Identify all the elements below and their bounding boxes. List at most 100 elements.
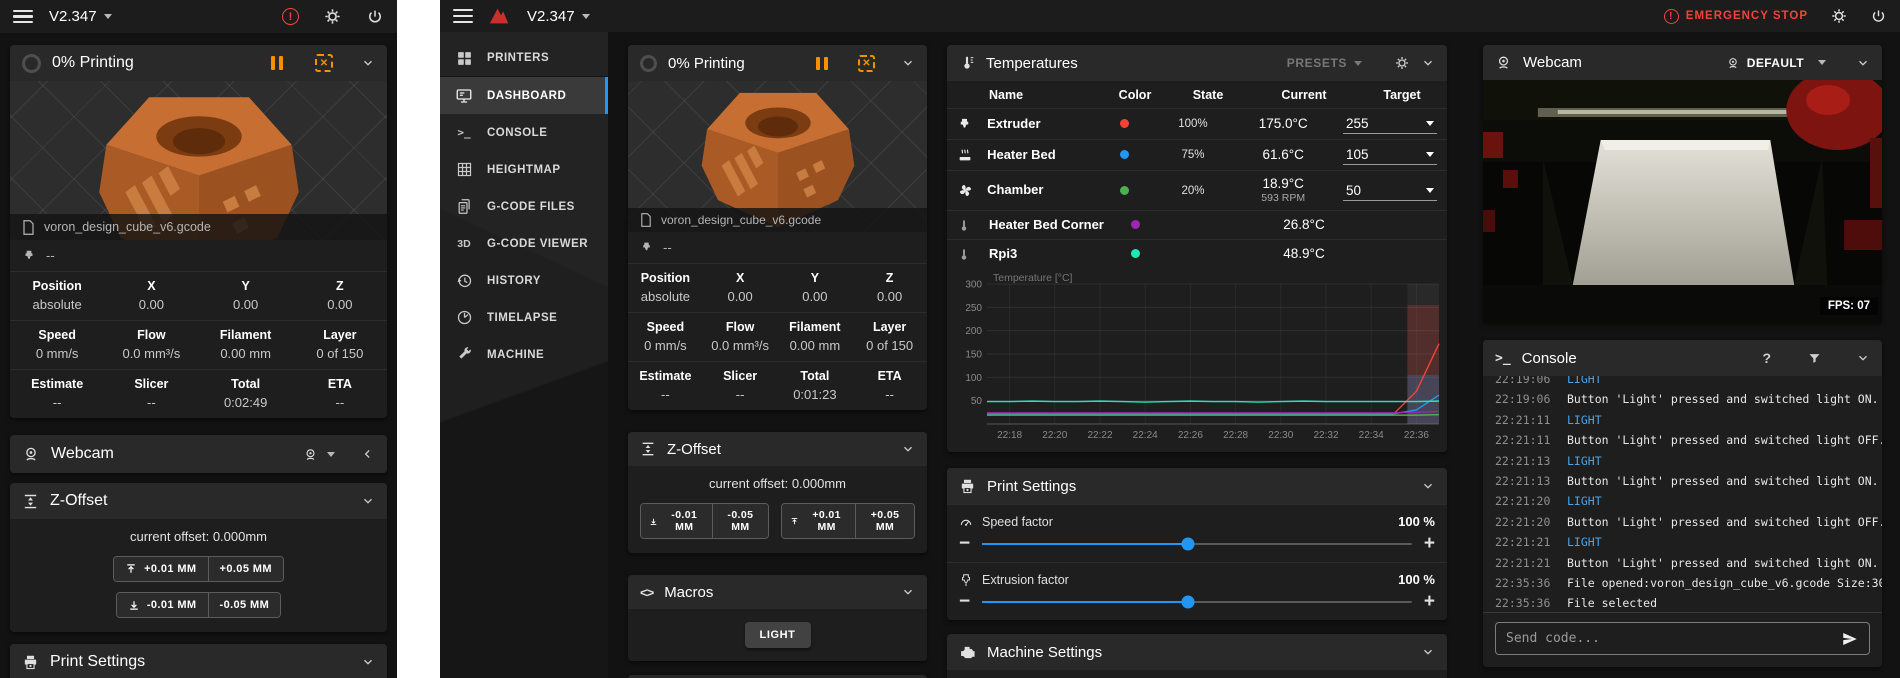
svg-text:Temperature [°C]: Temperature [°C] (993, 272, 1073, 284)
send-icon[interactable] (1841, 630, 1859, 648)
help-icon[interactable]: ? (1762, 350, 1771, 366)
chevron-down-icon[interactable] (1856, 351, 1870, 365)
svg-text:22:32: 22:32 (1313, 430, 1338, 441)
fan-icon (959, 185, 972, 197)
sidebar-item-heightmap[interactable]: HEIGHTMAP (440, 151, 608, 188)
speed-factor-increase-button[interactable]: + (1424, 534, 1435, 553)
svg-text:22:34: 22:34 (1359, 430, 1384, 441)
extrusion-factor-slider[interactable] (982, 595, 1412, 609)
webcam-icon (1729, 57, 1737, 68)
nozzle-icon (643, 242, 650, 251)
extrusion-factor-label: Extrusion factor (982, 572, 1069, 587)
speed-factor-decrease-button[interactable]: − (959, 534, 970, 553)
temperature-settings-gear-icon[interactable] (1394, 55, 1410, 71)
presets-dropdown[interactable]: PRESETS (1287, 56, 1362, 70)
sidebar-item-machine[interactable]: MACHINE (440, 336, 608, 373)
temperature-table-header: Name Color State Current Target (989, 87, 1421, 103)
sidebar-item-timelapse[interactable]: TIMELAPSE (440, 299, 608, 336)
pause-button[interactable] (816, 56, 828, 70)
chevron-down-icon[interactable] (103, 14, 112, 19)
z-down-small-button[interactable]: -0.01 MM (116, 593, 208, 617)
svg-text:22:28: 22:28 (1223, 430, 1248, 441)
webcam-selector[interactable] (303, 447, 335, 462)
desktop-viewport: V2.347 ! EMERGENCY STOP PRINTERS DASHBOA… (440, 0, 1900, 678)
dual-viewport-screenshot: { "app": {"accent_blue": "#2196f3", "acc… (0, 0, 1900, 678)
chevron-down-icon[interactable] (901, 56, 915, 70)
thermometer-icon (964, 56, 974, 69)
webcam-photo (1483, 80, 1882, 323)
sidebar-item-dashboard[interactable]: DASHBOARD (440, 77, 608, 114)
svg-text:250: 250 (965, 303, 982, 314)
print-settings-title: Print Settings (987, 477, 1077, 495)
chevron-down-icon[interactable] (1421, 645, 1435, 659)
extrusion-factor-decrease-button[interactable]: − (959, 592, 970, 611)
z-up-small-button[interactable]: +0.01 MM (782, 504, 856, 538)
print-status-panel: 0% Printing ✕ voron_design_cube_v6.gcode… (628, 45, 927, 410)
current-offset-label: current offset: 0.000mm (129, 529, 268, 544)
print-status-title: 0% Printing (668, 54, 745, 72)
sidebar-item-console[interactable]: >_ CONSOLE (440, 114, 608, 151)
filter-funnel-icon[interactable] (1807, 351, 1822, 366)
emergency-stop-button[interactable]: ! EMERGENCY STOP (1663, 8, 1808, 24)
sidebar-item-printers[interactable]: PRINTERS (440, 40, 608, 77)
chevron-down-icon[interactable] (1421, 479, 1435, 493)
console-log-scroll[interactable]: 22:19:06 LIGHT 22:19:06 Button 'Light' pres… (1483, 376, 1882, 612)
print-settings-title: Print Settings (50, 653, 146, 670)
webcam-stream-image: FPS: 07 (1483, 80, 1882, 323)
macros-icon: <> (640, 584, 654, 600)
print-status-header: 0% Printing ✕ (628, 45, 927, 81)
printer-name[interactable]: V2.347 (49, 8, 97, 25)
svg-text:150: 150 (965, 350, 982, 361)
settings-gear-icon[interactable] (323, 7, 342, 26)
power-icon[interactable] (366, 8, 384, 26)
z-down-small-button[interactable]: -0.01 MM (641, 504, 712, 538)
chevron-down-icon[interactable] (1856, 56, 1870, 70)
arrow-down-to-line-icon (650, 518, 657, 525)
svg-text:200: 200 (965, 326, 982, 337)
z-offset-icon (642, 442, 654, 456)
console-input-row (1483, 612, 1882, 667)
console-log: 22:19:06 LIGHT 22:19:06 Button 'Light' pres… (1495, 376, 1882, 612)
chevron-down-icon[interactable] (901, 585, 915, 599)
sidebar-item-gcode-viewer[interactable]: 3D G-CODE VIEWER (440, 225, 608, 262)
heater-bed-target-select[interactable]: 105 (1343, 145, 1438, 166)
chevron-down-icon[interactable] (361, 56, 375, 70)
z-up-large-button[interactable]: +0.05 MM (855, 504, 914, 538)
macro-light-button[interactable]: LIGHT (744, 622, 811, 648)
z-down-large-button[interactable]: -0.05 MM (207, 593, 281, 617)
menu-icon[interactable] (453, 9, 473, 23)
settings-gear-icon[interactable] (1830, 7, 1848, 25)
menu-icon[interactable] (13, 9, 33, 24)
z-offset-header: Z-Offset (628, 432, 927, 466)
status-table-row: Position absolute X 0.00 Y 0.00 Z 0.00 (628, 263, 927, 312)
z-up-small-button[interactable]: +0.01 MM (114, 557, 208, 581)
chevron-down-icon[interactable] (361, 655, 375, 669)
chevron-down-icon[interactable] (581, 13, 590, 19)
cancel-button[interactable]: ✕ (315, 54, 333, 72)
z-down-large-button[interactable]: -0.05 MM (711, 504, 769, 538)
send-code-input[interactable] (1506, 631, 1841, 646)
sidebar-item-gcode-files[interactable]: G-CODE FILES (440, 188, 608, 225)
console-icon: >_ (457, 126, 471, 139)
status-table-row: Speed 0 mm/s Flow 0.0 mm³/s Filament 0.00 mm L… (628, 312, 927, 361)
webcam-selector[interactable]: DEFAULT (1726, 56, 1826, 70)
alert-icon[interactable]: ! (282, 8, 299, 25)
sidebar-item-history[interactable]: HISTORY (440, 262, 608, 299)
cancel-button[interactable]: ✕ (858, 54, 875, 72)
chevron-down-icon[interactable] (1421, 56, 1435, 70)
speed-factor-slider[interactable] (982, 537, 1412, 551)
svg-text:22:36: 22:36 (1404, 430, 1429, 441)
chevron-collapsed-icon[interactable] (361, 447, 375, 461)
dashboard-icon (454, 87, 474, 105)
temperature-chart: 50 100 150 200 250 300 22:18 22:20 22:22 22:24 22:… (965, 272, 1440, 441)
chevron-down-icon[interactable] (361, 494, 375, 508)
chamber-target-select[interactable]: 50 (1343, 181, 1438, 201)
pause-button[interactable] (271, 56, 283, 70)
status-table-row: Speed 0 mm/s Flow 0.0 mm³/s Filament 0.00 mm L… (10, 320, 387, 369)
extruder-target-select[interactable]: 255 (1343, 114, 1438, 135)
extrusion-factor-increase-button[interactable]: + (1424, 592, 1435, 611)
chevron-down-icon[interactable] (901, 442, 915, 456)
printer-name[interactable]: V2.347 (527, 8, 575, 25)
z-up-large-button[interactable]: +0.05 MM (207, 557, 283, 581)
power-icon[interactable] (1870, 8, 1887, 25)
